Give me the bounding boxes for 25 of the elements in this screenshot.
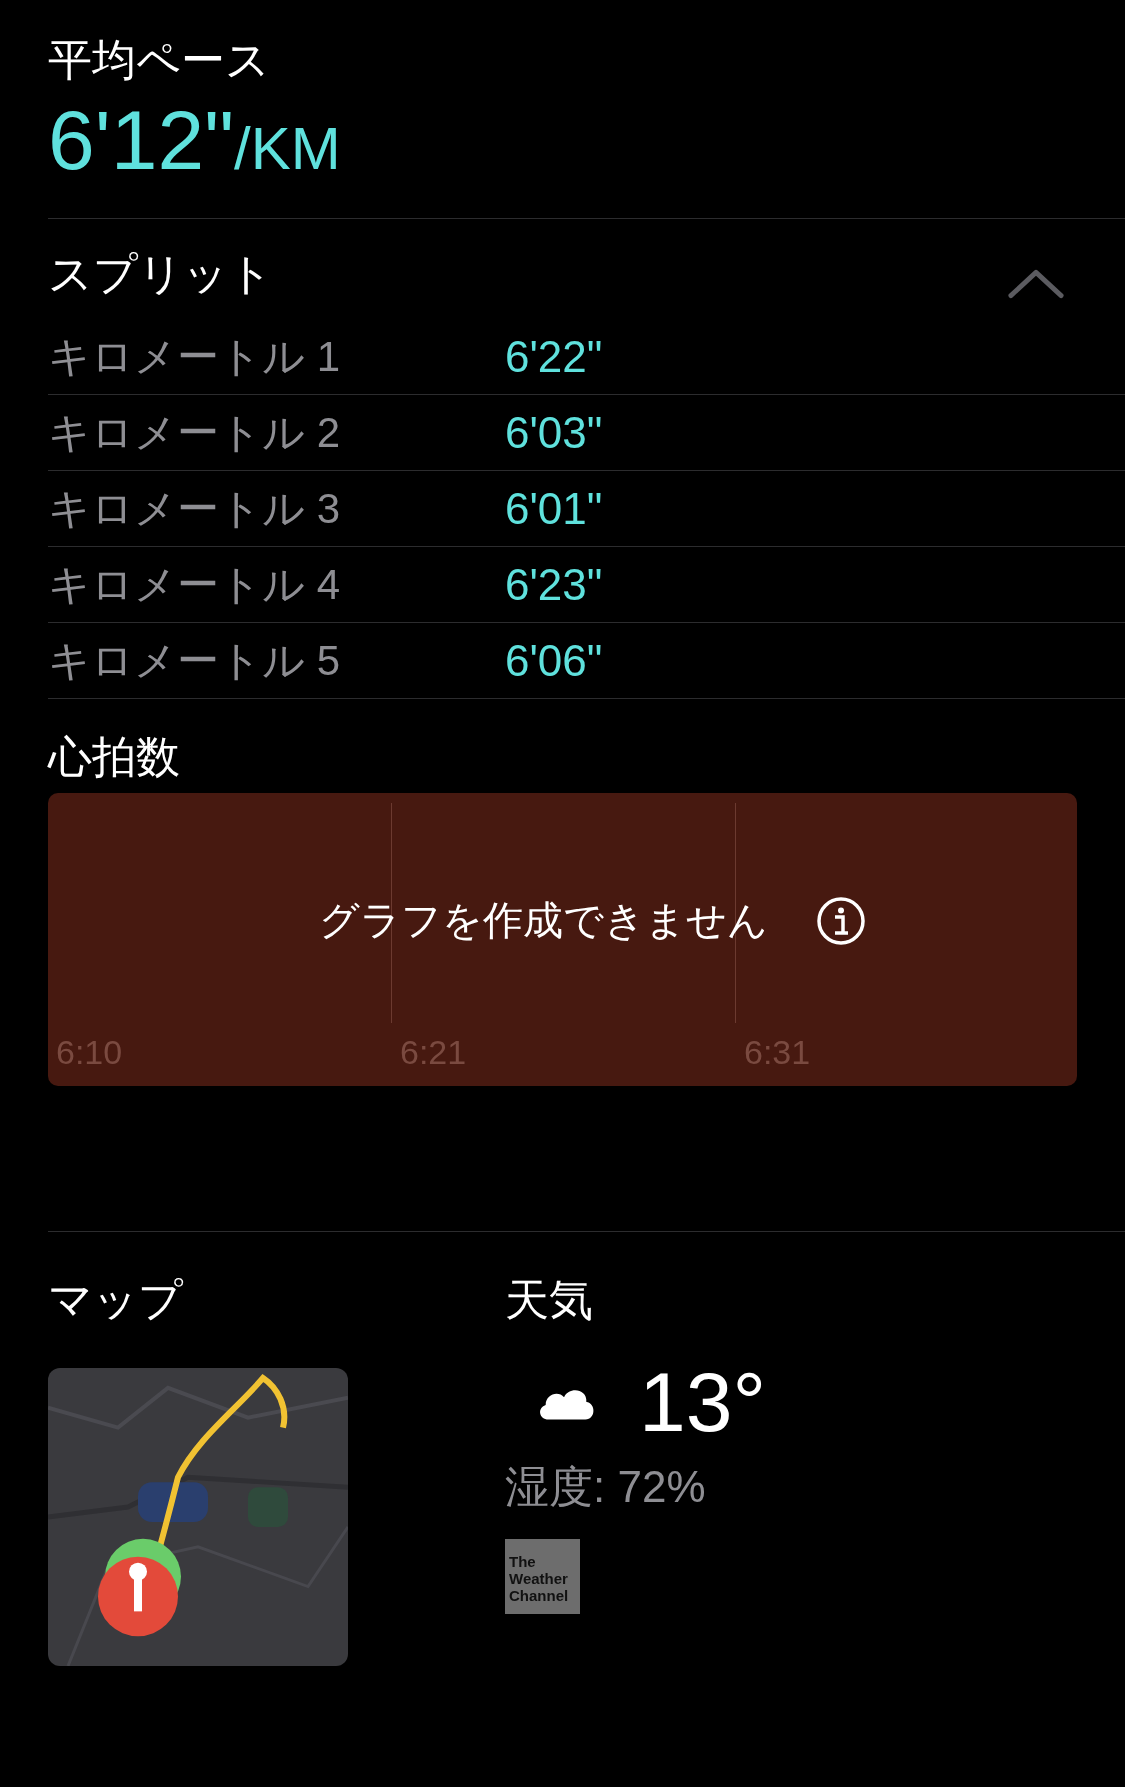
no-data-message: グラフを作成できません <box>319 897 768 944</box>
pace-label: 平均ペース <box>48 34 271 86</box>
split-value: 6'01" <box>505 483 603 534</box>
split-label: キロメートル 3 <box>48 483 342 534</box>
split-label: キロメートル 1 <box>48 331 342 382</box>
chevron-icon[interactable] <box>1007 268 1065 300</box>
logo-text: The <box>509 1553 537 1570</box>
section-title: スプリット <box>48 248 273 300</box>
split-value: 6'06" <box>505 635 603 686</box>
split-value: 6'22" <box>505 331 603 382</box>
humidity-label: 湿度: 72% <box>505 1461 707 1513</box>
split-value: 6'23" <box>505 559 603 610</box>
split-value: 6'03" <box>505 407 603 458</box>
logo-text: Channel <box>509 1587 570 1604</box>
split-label: キロメートル 2 <box>48 407 342 458</box>
pace-unit: /KM <box>234 115 341 184</box>
section-title: マップ <box>48 1274 184 1326</box>
split-label: キロメートル 5 <box>48 635 342 686</box>
section-title: 心拍数 <box>48 731 181 783</box>
logo-text: Weather <box>509 1570 569 1587</box>
section-title: 天気 <box>505 1274 594 1326</box>
temperature: 13° <box>639 1354 767 1451</box>
info-icon[interactable] <box>816 895 866 946</box>
split-label: キロメートル 4 <box>48 559 342 610</box>
pace-value: 6'12" <box>48 92 234 189</box>
